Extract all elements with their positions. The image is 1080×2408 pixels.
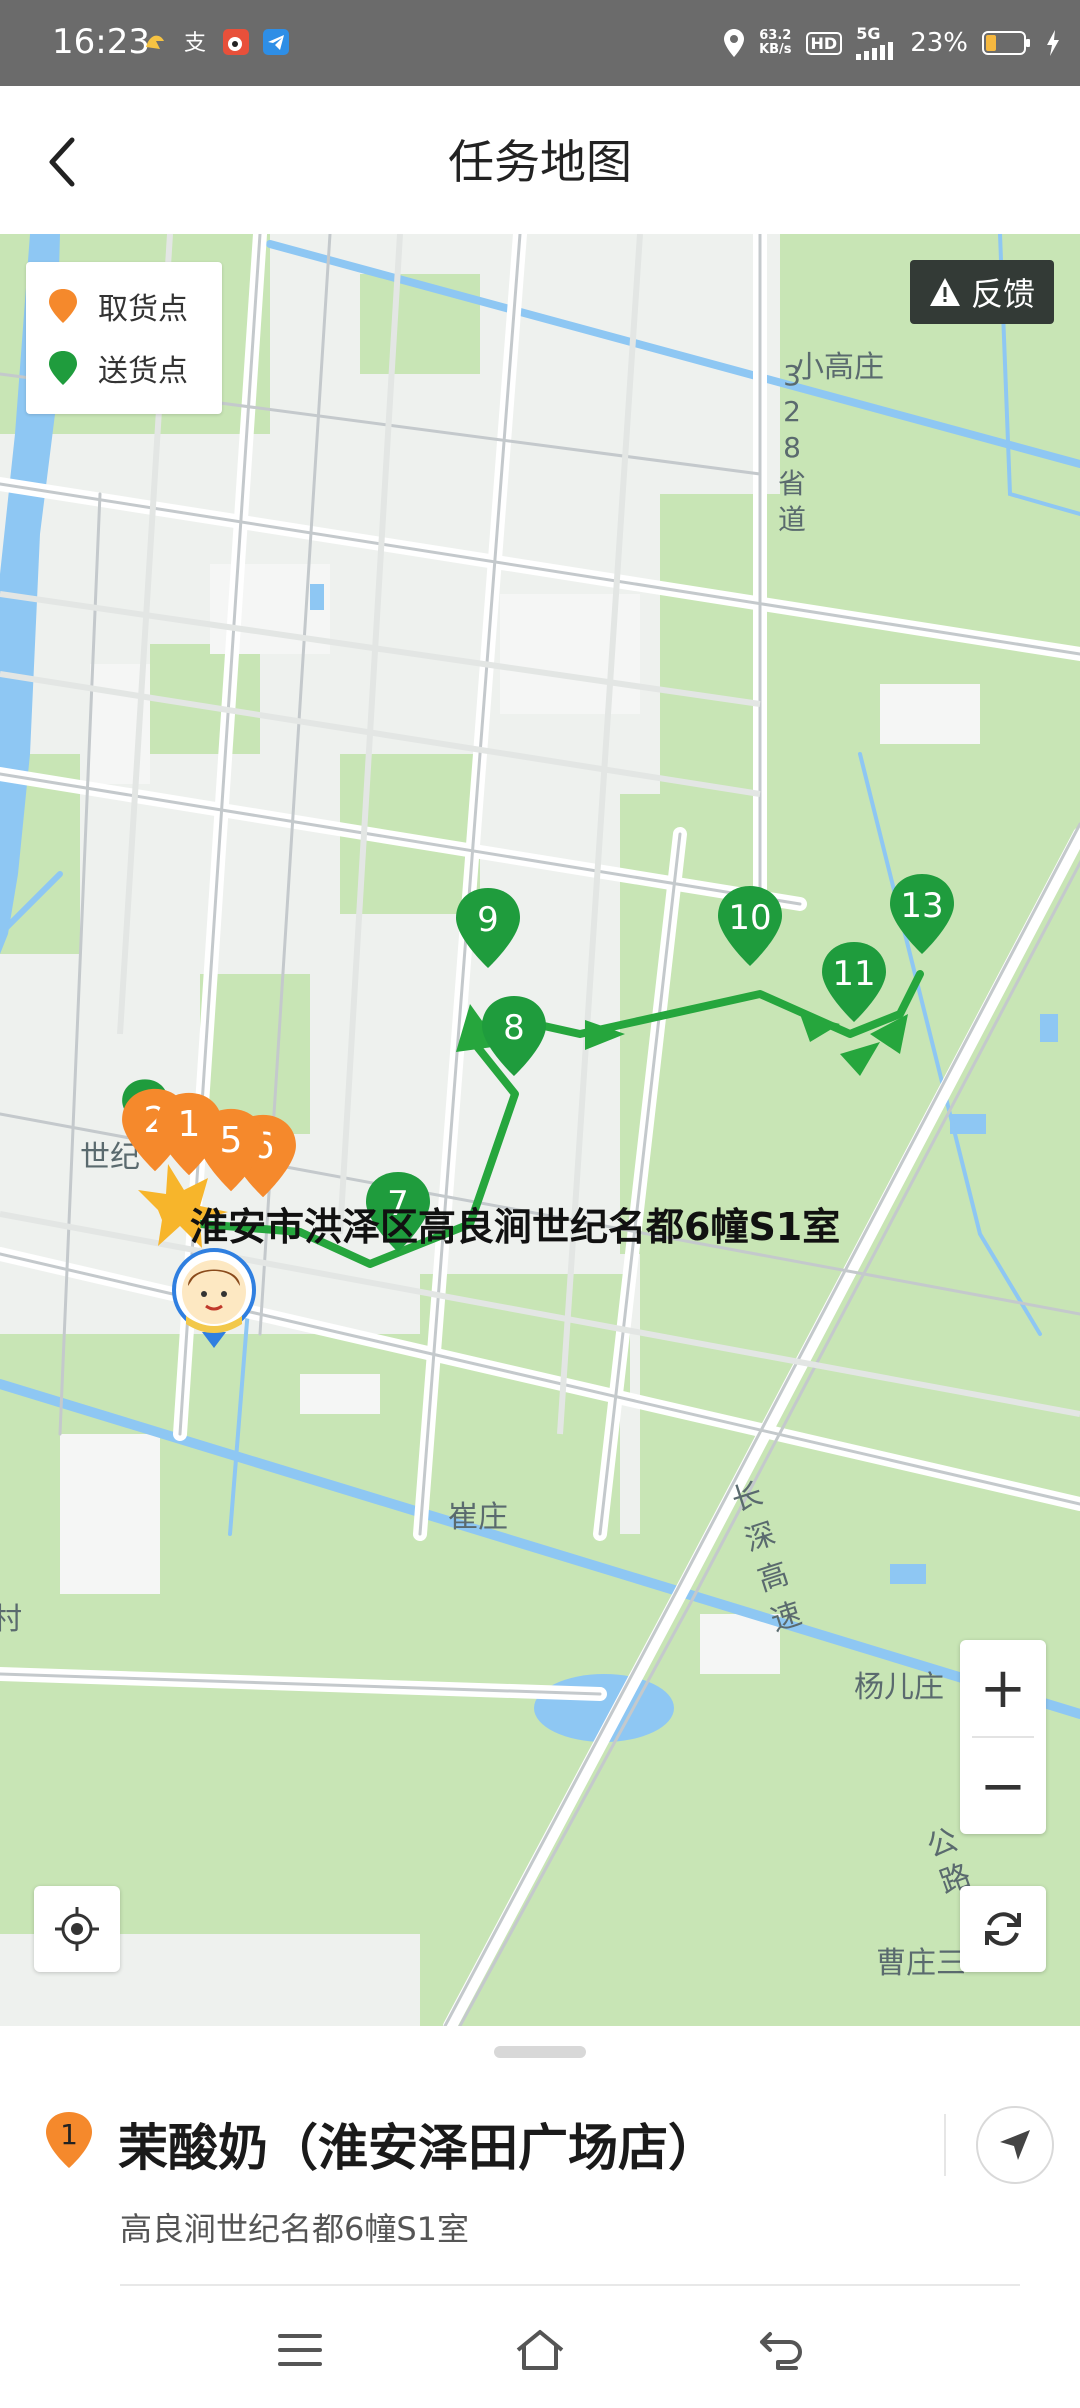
net-speed-unit: KB/s <box>759 42 792 57</box>
delivery-marker-number: 13 <box>900 886 944 926</box>
legend-delivery: 送货点 <box>48 346 188 390</box>
signal-icon <box>856 42 894 60</box>
telegram-icon <box>260 26 292 58</box>
road-label-328-char: 3 <box>783 359 801 392</box>
home-nav-button[interactable] <box>500 2318 580 2382</box>
refresh-icon <box>985 1912 1021 1946</box>
store-name: 茉酸奶（淮安泽田广场店） <box>118 2119 718 2177</box>
place-label-yangerzhuang: 杨儿庄 <box>854 1670 944 1705</box>
svg-text:支: 支 <box>184 31 206 56</box>
zoom-control: + − <box>960 1640 1046 1834</box>
legend-pickup-label: 取货点 <box>98 292 188 327</box>
store-address: 高良涧世纪名都6幢S1室 <box>120 2210 470 2248</box>
zoom-in-button[interactable]: + <box>960 1640 1046 1736</box>
battery-percent: 23% <box>910 28 968 58</box>
address-label: 淮安市洪泽区高良涧世纪名都6幢S1室 <box>190 1205 841 1249</box>
delivery-marker-number: 11 <box>832 954 876 994</box>
road-label-328: 3 2 8 省 道 <box>778 358 806 538</box>
place-label-caozhuang: 曹庄三 <box>876 1946 966 1981</box>
location-icon <box>724 29 745 57</box>
store-index-badge: 1 <box>44 2110 94 2170</box>
alipay-icon: 支 <box>180 26 212 58</box>
rider-avatar-icon <box>172 1248 256 1348</box>
place-label-cuizhuang: 崔庄 <box>448 1500 508 1535</box>
charging-icon <box>1047 30 1059 56</box>
net-speed: 63.2 KB/s <box>759 29 791 57</box>
status-time: 16:23 <box>52 22 150 62</box>
navigation-arrow-icon <box>1000 2130 1030 2160</box>
weibo-icon <box>220 26 252 58</box>
sheet-drag-handle[interactable] <box>494 2046 586 2058</box>
road-label-328-char: 省 <box>778 467 807 500</box>
menu-icon <box>278 2334 322 2366</box>
back-arrow-icon <box>760 2332 802 2370</box>
place-label-xiaogaozhuang: 小高庄 <box>794 350 884 385</box>
place-label-cun: 村 <box>0 1602 22 1637</box>
header: 任务地图 <box>0 86 1080 234</box>
delivery-pin-icon <box>49 351 77 385</box>
page-title: 任务地图 <box>448 135 632 189</box>
net-speed-value: 63.2 <box>759 28 792 43</box>
delivery-marker-number: 8 <box>503 1008 525 1048</box>
task-map[interactable]: 小高庄 3 2 8 省 道 崔庄 长 深 高 速 杨儿庄 曹庄三 公 路 世纪 … <box>0 234 1080 2026</box>
locate-button[interactable] <box>34 1886 120 1972</box>
horizontal-divider <box>120 2284 1020 2286</box>
rider-avatar[interactable] <box>172 1246 256 1350</box>
status-bar: 16:23 支 63.2 KB/s HD 5G 23% <box>0 0 1080 86</box>
battery-icon <box>982 31 1030 55</box>
network-type: 5G <box>856 24 881 43</box>
home-icon <box>516 2330 564 2370</box>
delivery-marker-number: 9 <box>477 900 499 940</box>
vertical-divider <box>944 2114 946 2176</box>
back-nav-button[interactable] <box>740 2318 820 2382</box>
road-label-328-char: 8 <box>783 431 801 464</box>
legend-pickup: 取货点 <box>48 284 188 328</box>
delivery-marker-number: 10 <box>728 898 772 938</box>
feedback-button[interactable]: 反馈 <box>910 260 1054 324</box>
store-index-number: 1 <box>60 2118 78 2151</box>
system-nav-bar <box>0 2296 1080 2408</box>
zoom-out-button[interactable]: − <box>960 1738 1046 1834</box>
warning-icon <box>929 278 960 306</box>
status-right: 63.2 KB/s HD 5G 23% <box>723 18 1060 68</box>
road-label-328-char: 道 <box>778 503 807 536</box>
menu-nav-button[interactable] <box>260 2318 340 2382</box>
feedback-label: 反馈 <box>970 275 1035 313</box>
notification-app-icon <box>140 26 170 58</box>
pickup-pin-icon <box>49 289 77 323</box>
signal-5g: 5G <box>856 26 896 60</box>
road-label-328-char: 2 <box>783 395 801 428</box>
crosshair-icon <box>55 1907 99 1951</box>
map-legend: 取货点 送货点 <box>26 262 222 414</box>
legend-delivery-label: 送货点 <box>98 354 188 389</box>
navigate-button[interactable] <box>976 2106 1054 2184</box>
pickup-marker-number: 1 <box>177 1104 201 1145</box>
hd-badge: HD <box>805 31 843 55</box>
refresh-button[interactable] <box>960 1886 1046 1972</box>
